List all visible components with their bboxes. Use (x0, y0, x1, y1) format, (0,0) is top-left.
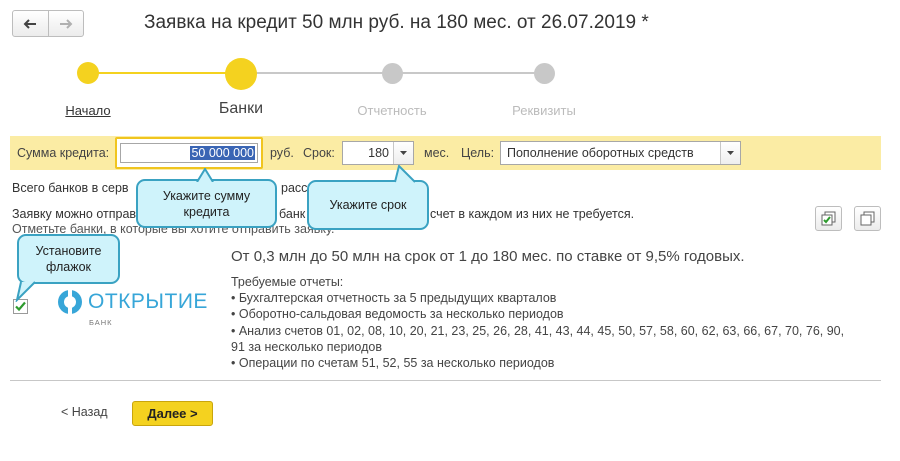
check-all-icon (821, 211, 835, 226)
amount-value: 50 000 000 (190, 146, 255, 160)
chevron-down-icon (400, 151, 407, 155)
chevron-down-icon (727, 151, 734, 155)
term-callout-pointer (394, 165, 416, 183)
check-all-button[interactable] (815, 206, 842, 231)
term-callout-text: Укажите срок (329, 198, 407, 212)
banks-count-tail: расс (281, 181, 308, 195)
checkbox-callout-pointer (15, 281, 36, 302)
term-select[interactable]: 180 (342, 141, 414, 165)
step-reports-label: Отчетность (357, 103, 427, 118)
purpose-dropdown-button[interactable] (720, 142, 740, 164)
purpose-label: Цель: (461, 146, 495, 160)
next-button[interactable]: Далее > (132, 401, 213, 426)
term-unit-label: мес. (424, 146, 450, 160)
step-dot-requisites (534, 63, 555, 84)
amount-field-highlight: 50 000 000 (115, 137, 263, 169)
otkritie-logo-icon (58, 287, 82, 317)
report-item: • Оборотно-сальдовая ведомость за нескол… (231, 307, 564, 322)
currency-label: руб. (270, 146, 294, 160)
page-title: Заявка на кредит 50 млн руб. на 180 мес.… (144, 12, 649, 33)
step-dot-banks (225, 58, 257, 90)
footer-separator (10, 380, 881, 381)
forward-nav-button[interactable] (47, 11, 84, 36)
required-reports: Требуемые отчеты: • Бухгалтерская отчетн… (231, 274, 891, 371)
bank-logo-sub: БАНК (89, 318, 113, 327)
amount-callout-pointer (196, 168, 214, 182)
amount-input[interactable]: 50 000 000 (120, 143, 258, 163)
step-line-done (88, 72, 241, 74)
step-requisites-label: Реквизиты (512, 103, 576, 118)
arrow-left-icon (23, 18, 37, 29)
term-label: Срок: (303, 146, 335, 160)
step-start-link[interactable]: Начало (48, 103, 128, 118)
report-item: • Бухгалтерская отчетность за 5 предыдущ… (231, 291, 557, 306)
report-item: 91 за несколько периодов (231, 339, 382, 354)
arrow-right-icon (59, 18, 73, 29)
purpose-select[interactable]: Пополнение оборотных средств (500, 141, 741, 165)
amount-label: Сумма кредита: (17, 146, 110, 160)
step-dot-reports (382, 63, 403, 84)
reports-title: Требуемые отчеты: (231, 275, 344, 289)
bank-logo-name: ОТКРЫТИЕ (88, 290, 208, 313)
amount-callout: Укажите сумму кредита (136, 179, 277, 228)
term-value: 180 (368, 146, 389, 160)
bank-offer-headline: От 0,3 млн до 50 млн на срок от 1 до 180… (231, 248, 745, 265)
step-banks-label: Банки (218, 100, 264, 117)
report-item: • Операции по счетам 51, 52, 55 за неско… (231, 356, 555, 371)
term-callout: Укажите срок (307, 180, 429, 230)
purpose-value: Пополнение оборотных средств (507, 146, 694, 160)
checkbox-callout: Установите флажок (17, 234, 120, 284)
back-nav-button[interactable] (13, 11, 48, 36)
uncheck-all-icon (860, 211, 874, 226)
back-link[interactable]: < Назад (61, 405, 108, 419)
banks-count-text: Всего банков в серв (12, 181, 129, 195)
send-info-tail: счет в каждом из них не требуется. (430, 207, 635, 221)
uncheck-all-button[interactable] (854, 206, 881, 231)
history-nav (12, 10, 84, 37)
report-item: • Анализ счетов 01, 02, 08, 10, 20, 21, … (231, 323, 845, 338)
checkbox-callout-text: Установите флажок (35, 244, 102, 274)
send-info-text: Заявку можно отправ (12, 207, 137, 221)
step-dot-start[interactable] (77, 62, 99, 84)
send-info-mid: банк (279, 207, 306, 221)
amount-callout-text: Укажите сумму кредита (162, 188, 251, 219)
term-dropdown-button[interactable] (393, 142, 413, 164)
